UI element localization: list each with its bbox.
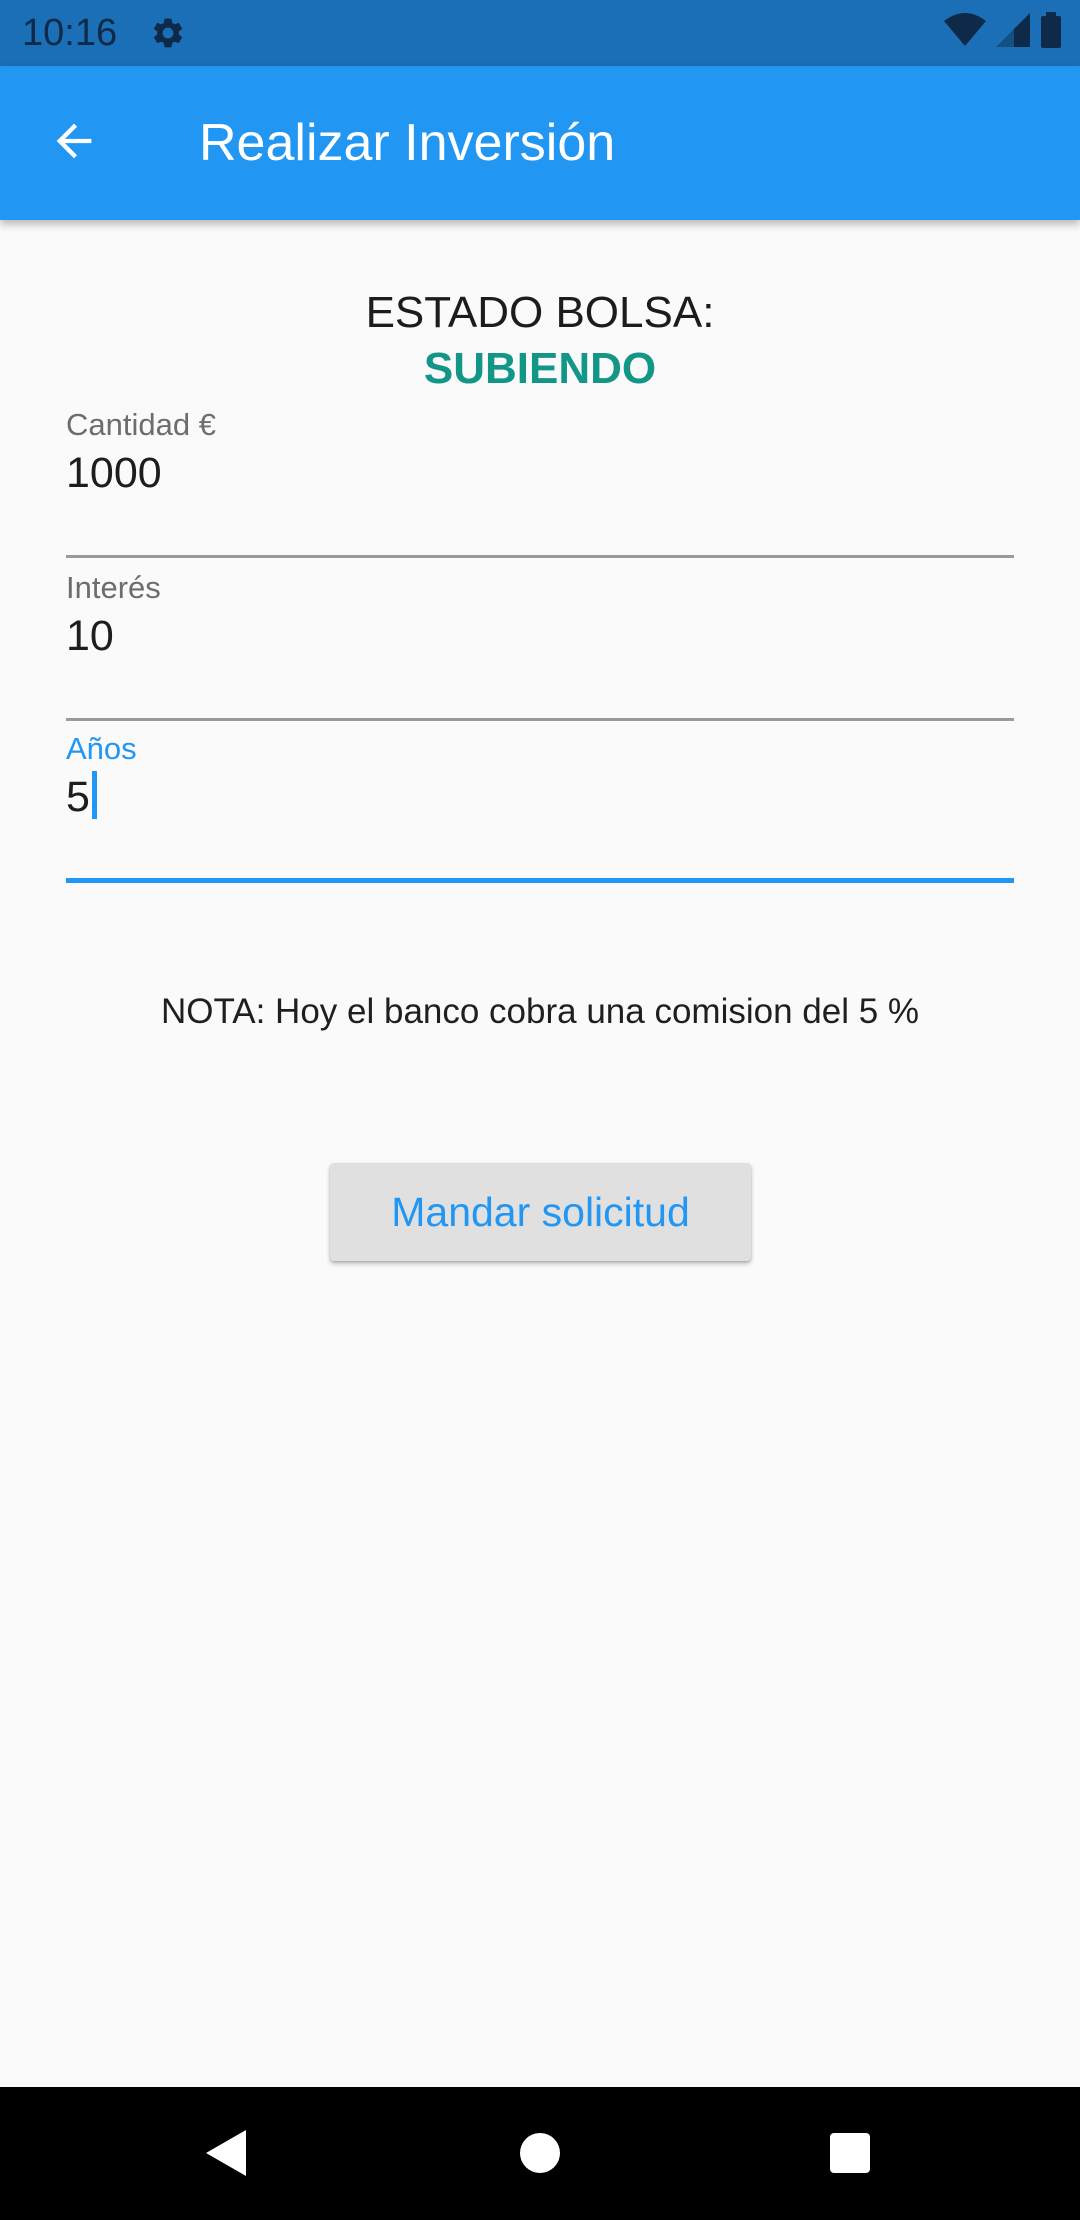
status-icons (944, 11, 1062, 53)
years-input-wrap[interactable]: 5 (66, 771, 97, 823)
amount-field[interactable]: Cantidad € 1000 (66, 396, 1014, 558)
text-cursor (91, 771, 97, 819)
amount-label: Cantidad € (66, 407, 216, 442)
settings-icon (150, 15, 186, 51)
signal-icon (996, 12, 1030, 52)
battery-icon (1040, 11, 1062, 53)
back-button[interactable] (36, 105, 112, 181)
amount-input[interactable]: 1000 (66, 447, 162, 499)
system-nav-bar (0, 2087, 1080, 2220)
market-status-label: ESTADO BOLSA: (365, 288, 715, 337)
submit-request-button[interactable]: Mandar solicitud (330, 1163, 751, 1261)
nav-back-button[interactable] (186, 2115, 266, 2195)
years-field[interactable]: Años 5 (66, 720, 1014, 883)
page-title: Realizar Inversión (199, 114, 616, 172)
recents-square-icon (829, 2132, 871, 2179)
arrow-left-icon (48, 115, 100, 172)
interest-input[interactable]: 10 (66, 610, 114, 662)
commission-note: NOTA: Hoy el banco cobra una comision de… (160, 992, 920, 1031)
interest-label: Interés (66, 570, 161, 605)
status-bar: 10:16 (0, 0, 1080, 66)
interest-field[interactable]: Interés 10 (66, 559, 1014, 721)
nav-home-button[interactable] (500, 2115, 580, 2195)
years-label: Años (66, 731, 137, 766)
back-triangle-icon (204, 2128, 248, 2183)
wifi-icon (944, 12, 986, 52)
home-circle-icon (518, 2131, 562, 2180)
years-underline (66, 878, 1014, 883)
years-input[interactable]: 5 (66, 773, 90, 821)
amount-underline (66, 555, 1014, 558)
market-status-value: SUBIENDO (423, 344, 657, 393)
nav-recents-button[interactable] (810, 2115, 890, 2195)
status-time: 10:16 (22, 12, 118, 54)
app-bar: Realizar Inversión (0, 66, 1080, 220)
